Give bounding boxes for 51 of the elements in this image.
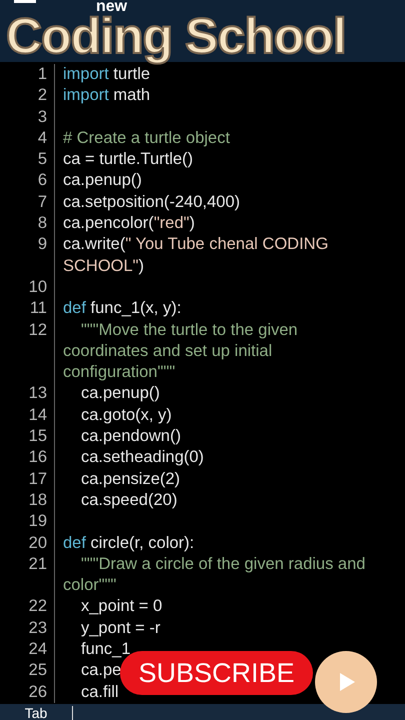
line-number: 23 — [28, 618, 48, 639]
code-line: ca.pe — [80, 660, 122, 682]
line-number: 26 — [28, 682, 48, 703]
code-line: def circle(r, color): — [63, 532, 194, 554]
keyboard-key[interactable]: Tab — [0, 706, 73, 720]
line-number: 18 — [28, 490, 48, 511]
line-number: 1 — [36, 64, 48, 85]
line-number: 16 — [28, 447, 48, 468]
code-line: # Create a turtle object — [63, 128, 230, 149]
code-line: ca.pensize(2) — [80, 468, 180, 490]
code-line: ca = turtle.Turtle() — [63, 149, 194, 170]
line-number: 15 — [28, 426, 48, 448]
line-number: 8 — [36, 213, 48, 234]
line-number: 19 — [28, 511, 48, 532]
line-number: 13 — [28, 383, 48, 404]
code-line: import turtle — [63, 64, 150, 85]
line-number: 5 — [36, 149, 48, 170]
code-line: import math — [63, 85, 150, 106]
line-number: 10 — [28, 276, 48, 298]
code-line: ca.setposition(-240,400) — [63, 192, 240, 213]
code-line: ca.speed(20) — [80, 490, 178, 511]
code-line: ca.pendown() — [80, 426, 181, 448]
line-number: 4 — [36, 128, 48, 149]
code-line: y_pont = -r — [80, 618, 160, 639]
line-number: 2 — [36, 85, 48, 106]
code-line: ca.goto(x, y) — [80, 404, 172, 426]
line-number: 12 — [28, 320, 48, 341]
code-line: """Move the turtle to the given coordinates and set up initial configuration""" — [63, 320, 299, 384]
code-line: ca.pencolor("red") — [63, 213, 195, 234]
line-number: 21 — [28, 554, 48, 575]
line-number: 7 — [36, 192, 48, 213]
line-number: 14 — [28, 404, 48, 426]
line-number: 22 — [28, 596, 48, 618]
line-number: 9 — [36, 234, 48, 256]
line-number: 17 — [28, 468, 48, 490]
code-line: ca.setheading(0) — [80, 447, 204, 468]
code-line: x_point = 0 — [80, 596, 162, 618]
line-number: 24 — [28, 639, 48, 660]
menu-icon[interactable] — [14, 0, 36, 6]
code-line: ca.penup() — [63, 170, 142, 192]
line-number: 6 — [36, 170, 48, 192]
code-line: ca.penup() — [80, 383, 160, 404]
play-icon[interactable] — [315, 651, 377, 713]
line-number: 25 — [28, 660, 48, 682]
code-line: """Draw a circle of the given radius and color""" — [63, 554, 366, 596]
code-line: def func_1(x, y): — [63, 298, 182, 320]
code-line: ca.fill — [80, 682, 119, 703]
line-number: 11 — [28, 298, 48, 320]
line-number: 20 — [28, 532, 48, 554]
line-number: 3 — [36, 106, 48, 128]
code-line: ca.write(" You Tube chenal CODING SCHOOL") — [63, 234, 330, 277]
